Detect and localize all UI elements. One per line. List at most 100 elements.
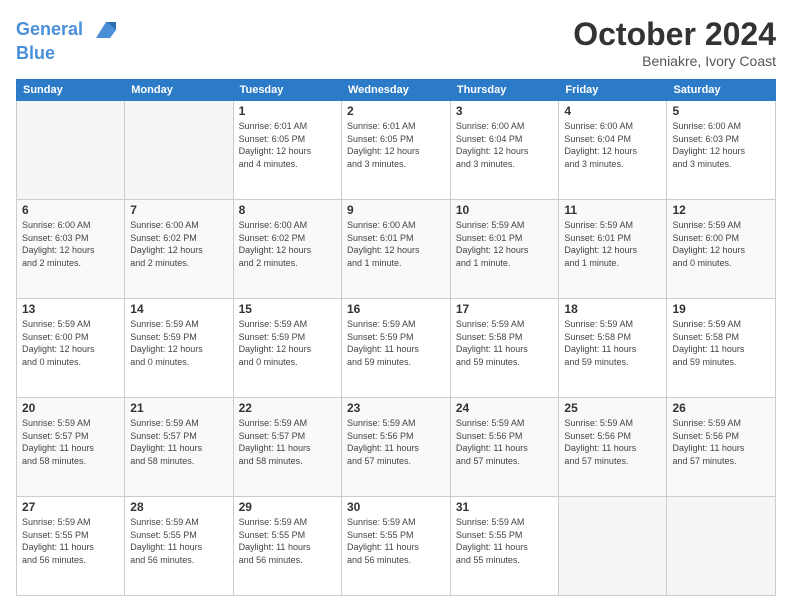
day-number: 28 [130, 500, 227, 514]
calendar-cell: 3 Sunrise: 6:00 AM Sunset: 6:04 PM Daylig… [450, 101, 559, 200]
calendar-cell: 4 Sunrise: 6:00 AM Sunset: 6:04 PM Daylig… [559, 101, 667, 200]
calendar-cell: 2 Sunrise: 6:01 AM Sunset: 6:05 PM Daylig… [341, 101, 450, 200]
location-subtitle: Beniakre, Ivory Coast [573, 53, 776, 69]
calendar-cell: 16Sunrise: 5:59 AM Sunset: 5:59 PM Dayli… [341, 299, 450, 398]
day-number: 30 [347, 500, 445, 514]
day-number: 16 [347, 302, 445, 316]
calendar-week-row-1: 1 Sunrise: 6:01 AM Sunset: 6:05 PM Daylig… [17, 101, 776, 200]
month-title: October 2024 [573, 16, 776, 53]
day-info: Sunrise: 5:59 AM Sunset: 5:55 PM Dayligh… [347, 516, 445, 566]
calendar-cell: 29Sunrise: 5:59 AM Sunset: 5:55 PM Dayli… [233, 497, 341, 596]
calendar-cell: 14 Sunrise: 5:59 AM Sunset: 5:59 PM Dayli… [125, 299, 233, 398]
calendar-cell [17, 101, 125, 200]
calendar-table: SundayMondayTuesdayWednesdayThursdayFrid… [16, 79, 776, 596]
day-number: 14 [130, 302, 227, 316]
calendar-cell: 1 Sunrise: 6:01 AM Sunset: 6:05 PM Daylig… [233, 101, 341, 200]
logo: General Blue [16, 16, 120, 64]
day-info: Sunrise: 5:59 AM Sunset: 5:59 PM Dayligh… [130, 318, 227, 368]
day-number: 18 [564, 302, 661, 316]
header: General Blue October 2024 Beniakre, Ivor… [16, 16, 776, 69]
calendar-cell: 24 Sunrise: 5:59 AM Sunset: 5:56 PM Dayli… [450, 398, 559, 497]
title-block: October 2024 Beniakre, Ivory Coast [573, 16, 776, 69]
calendar-cell: 30 Sunrise: 5:59 AM Sunset: 5:55 PM Dayli… [341, 497, 450, 596]
day-number: 17 [456, 302, 554, 316]
day-info: Sunrise: 5:59 AM Sunset: 6:00 PM Dayligh… [22, 318, 119, 368]
weekday-header-tuesday: Tuesday [233, 80, 341, 101]
calendar-cell [667, 497, 776, 596]
day-number: 24 [456, 401, 554, 415]
day-info: Sunrise: 5:59 AM Sunset: 5:55 PM Dayligh… [456, 516, 554, 566]
day-info: Sunrise: 5:59 AM Sunset: 5:56 PM Dayligh… [564, 417, 661, 467]
day-info: Sunrise: 6:00 AM Sunset: 6:02 PM Dayligh… [130, 219, 227, 269]
weekday-header-sunday: Sunday [17, 80, 125, 101]
logo-icon [92, 16, 120, 44]
day-number: 2 [347, 104, 445, 118]
day-number: 20 [22, 401, 119, 415]
calendar-cell: 26 Sunrise: 5:59 AM Sunset: 5:56 PM Dayli… [667, 398, 776, 497]
calendar-week-row-5: 27Sunrise: 5:59 AM Sunset: 5:55 PM Dayli… [17, 497, 776, 596]
weekday-header-row: SundayMondayTuesdayWednesdayThursdayFrid… [17, 80, 776, 101]
page: General Blue October 2024 Beniakre, Ivor… [0, 0, 792, 612]
calendar-cell: 6Sunrise: 6:00 AM Sunset: 6:03 PM Daylig… [17, 200, 125, 299]
day-number: 9 [347, 203, 445, 217]
calendar-cell: 9 Sunrise: 6:00 AM Sunset: 6:01 PM Daylig… [341, 200, 450, 299]
day-info: Sunrise: 5:59 AM Sunset: 5:58 PM Dayligh… [564, 318, 661, 368]
calendar-cell: 28 Sunrise: 5:59 AM Sunset: 5:55 PM Dayli… [125, 497, 233, 596]
day-info: Sunrise: 6:01 AM Sunset: 6:05 PM Dayligh… [347, 120, 445, 170]
day-number: 7 [130, 203, 227, 217]
day-number: 19 [672, 302, 770, 316]
day-info: Sunrise: 5:59 AM Sunset: 5:56 PM Dayligh… [456, 417, 554, 467]
calendar-cell [559, 497, 667, 596]
day-number: 3 [456, 104, 554, 118]
calendar-cell: 5Sunrise: 6:00 AM Sunset: 6:03 PM Daylig… [667, 101, 776, 200]
day-info: Sunrise: 5:59 AM Sunset: 5:55 PM Dayligh… [130, 516, 227, 566]
weekday-header-saturday: Saturday [667, 80, 776, 101]
day-number: 12 [672, 203, 770, 217]
calendar-cell: 18 Sunrise: 5:59 AM Sunset: 5:58 PM Dayli… [559, 299, 667, 398]
calendar-week-row-2: 6Sunrise: 6:00 AM Sunset: 6:03 PM Daylig… [17, 200, 776, 299]
calendar-cell: 19Sunrise: 5:59 AM Sunset: 5:58 PM Dayli… [667, 299, 776, 398]
day-info: Sunrise: 5:59 AM Sunset: 5:58 PM Dayligh… [456, 318, 554, 368]
calendar-cell: 15Sunrise: 5:59 AM Sunset: 5:59 PM Dayli… [233, 299, 341, 398]
day-info: Sunrise: 5:59 AM Sunset: 5:56 PM Dayligh… [672, 417, 770, 467]
calendar-cell: 25 Sunrise: 5:59 AM Sunset: 5:56 PM Dayli… [559, 398, 667, 497]
calendar-week-row-4: 20 Sunrise: 5:59 AM Sunset: 5:57 PM Dayli… [17, 398, 776, 497]
day-number: 25 [564, 401, 661, 415]
calendar-cell: 11Sunrise: 5:59 AM Sunset: 6:01 PM Dayli… [559, 200, 667, 299]
day-number: 13 [22, 302, 119, 316]
calendar-cell: 31 Sunrise: 5:59 AM Sunset: 5:55 PM Dayli… [450, 497, 559, 596]
day-info: Sunrise: 6:01 AM Sunset: 6:05 PM Dayligh… [239, 120, 336, 170]
day-number: 31 [456, 500, 554, 514]
day-info: Sunrise: 5:59 AM Sunset: 5:55 PM Dayligh… [22, 516, 119, 566]
calendar-cell: 21Sunrise: 5:59 AM Sunset: 5:57 PM Dayli… [125, 398, 233, 497]
calendar-cell: 20 Sunrise: 5:59 AM Sunset: 5:57 PM Dayli… [17, 398, 125, 497]
calendar-cell [125, 101, 233, 200]
day-info: Sunrise: 6:00 AM Sunset: 6:03 PM Dayligh… [22, 219, 119, 269]
day-number: 26 [672, 401, 770, 415]
day-number: 5 [672, 104, 770, 118]
day-number: 11 [564, 203, 661, 217]
calendar-cell: 7 Sunrise: 6:00 AM Sunset: 6:02 PM Daylig… [125, 200, 233, 299]
day-info: Sunrise: 5:59 AM Sunset: 6:00 PM Dayligh… [672, 219, 770, 269]
calendar-cell: 22Sunrise: 5:59 AM Sunset: 5:57 PM Dayli… [233, 398, 341, 497]
day-info: Sunrise: 6:00 AM Sunset: 6:04 PM Dayligh… [456, 120, 554, 170]
day-number: 8 [239, 203, 336, 217]
weekday-header-monday: Monday [125, 80, 233, 101]
day-info: Sunrise: 5:59 AM Sunset: 5:56 PM Dayligh… [347, 417, 445, 467]
day-number: 1 [239, 104, 336, 118]
day-number: 10 [456, 203, 554, 217]
logo-text: General [16, 16, 120, 44]
day-number: 4 [564, 104, 661, 118]
day-info: Sunrise: 6:00 AM Sunset: 6:01 PM Dayligh… [347, 219, 445, 269]
calendar-cell: 8 Sunrise: 6:00 AM Sunset: 6:02 PM Daylig… [233, 200, 341, 299]
calendar-cell: 27Sunrise: 5:59 AM Sunset: 5:55 PM Dayli… [17, 497, 125, 596]
calendar-cell: 10 Sunrise: 5:59 AM Sunset: 6:01 PM Dayli… [450, 200, 559, 299]
day-info: Sunrise: 5:59 AM Sunset: 5:57 PM Dayligh… [22, 417, 119, 467]
day-info: Sunrise: 5:59 AM Sunset: 5:59 PM Dayligh… [239, 318, 336, 368]
day-info: Sunrise: 5:59 AM Sunset: 6:01 PM Dayligh… [456, 219, 554, 269]
day-info: Sunrise: 6:00 AM Sunset: 6:02 PM Dayligh… [239, 219, 336, 269]
day-number: 23 [347, 401, 445, 415]
day-info: Sunrise: 6:00 AM Sunset: 6:04 PM Dayligh… [564, 120, 661, 170]
day-number: 29 [239, 500, 336, 514]
weekday-header-wednesday: Wednesday [341, 80, 450, 101]
